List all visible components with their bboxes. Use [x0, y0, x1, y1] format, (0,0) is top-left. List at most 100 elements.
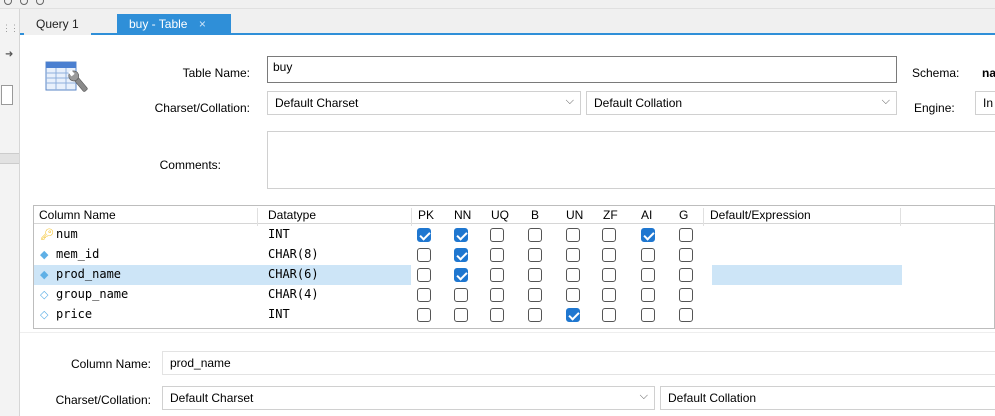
collation-select[interactable]: Default Collation ⌵: [586, 91, 897, 115]
header-g[interactable]: G: [679, 208, 688, 222]
g-checkbox[interactable]: [679, 268, 693, 282]
table-row[interactable]: ◇ group_name CHAR(4): [34, 285, 994, 305]
collation-value: Default Collation: [594, 96, 683, 110]
engine-select[interactable]: In: [975, 91, 995, 115]
toolbar-circle-icon[interactable]: [4, 0, 12, 5]
zf-checkbox[interactable]: [602, 268, 616, 282]
ai-checkbox[interactable]: [641, 288, 655, 302]
nn-checkbox[interactable]: [454, 228, 468, 242]
detail-collation-value: Default Collation: [668, 391, 757, 405]
b-checkbox[interactable]: [528, 248, 542, 262]
table-row[interactable]: ◆ mem_id CHAR(8): [34, 245, 994, 265]
un-checkbox[interactable]: [566, 308, 580, 322]
column-name-label: Column Name:: [70, 357, 151, 371]
sidebar-input-edge[interactable]: [1, 85, 13, 105]
pk-checkbox[interactable]: [417, 228, 431, 242]
column-name-input[interactable]: prod_name: [162, 351, 995, 375]
header-zf[interactable]: ZF: [603, 208, 618, 222]
header-ai[interactable]: AI: [641, 208, 652, 222]
header-b[interactable]: B: [531, 208, 539, 222]
header-uq[interactable]: UQ: [491, 208, 509, 222]
zf-checkbox[interactable]: [602, 248, 616, 262]
uq-checkbox[interactable]: [490, 268, 504, 282]
datatype-cell[interactable]: CHAR(6): [268, 267, 319, 281]
diamond-icon: ◆: [40, 249, 49, 261]
chevron-down-icon: ⌵: [881, 95, 890, 107]
column-name-cell[interactable]: mem_id: [56, 247, 99, 261]
header-default[interactable]: Default/Expression: [710, 208, 811, 222]
ai-checkbox[interactable]: [641, 228, 655, 242]
uq-checkbox[interactable]: [490, 228, 504, 242]
arrow-right-icon[interactable]: ➜: [5, 49, 13, 60]
nn-checkbox[interactable]: [454, 268, 468, 282]
column-name-cell[interactable]: group_name: [56, 287, 128, 301]
detail-charset-value: Default Charset: [170, 391, 254, 405]
column-name-cell[interactable]: prod_name: [56, 267, 121, 281]
table-editor-icon: [45, 61, 88, 92]
ai-checkbox[interactable]: [641, 268, 655, 282]
pk-checkbox[interactable]: [417, 248, 431, 262]
comments-label: Comments:: [159, 158, 221, 172]
header-nn[interactable]: NN: [454, 208, 471, 222]
zf-checkbox[interactable]: [602, 288, 616, 302]
tab-query-1[interactable]: Query 1: [24, 14, 91, 35]
b-checkbox[interactable]: [528, 228, 542, 242]
ai-checkbox[interactable]: [641, 248, 655, 262]
g-checkbox[interactable]: [679, 228, 693, 242]
ai-checkbox[interactable]: [641, 308, 655, 322]
grid-header: Column Name Datatype PK NN UQ B UN ZF AI…: [34, 206, 994, 226]
schema-label: Schema:: [912, 66, 960, 80]
toolbar-circle-icon[interactable]: [20, 0, 28, 5]
pk-checkbox[interactable]: [417, 268, 431, 282]
header-datatype[interactable]: Datatype: [268, 208, 316, 222]
pk-checkbox[interactable]: [417, 288, 431, 302]
g-checkbox[interactable]: [679, 288, 693, 302]
table-row[interactable]: ◇ price INT: [34, 305, 994, 325]
datatype-cell[interactable]: INT: [268, 227, 290, 241]
engine-label: Engine:: [914, 101, 955, 115]
detail-charset-collation-label: Charset/Collation:: [55, 393, 151, 407]
tab-bar: Query 1 buy - Table ×: [20, 9, 995, 35]
un-checkbox[interactable]: [566, 288, 580, 302]
zf-checkbox[interactable]: [602, 308, 616, 322]
columns-grid: Column Name Datatype PK NN UQ B UN ZF AI…: [33, 205, 995, 329]
pk-checkbox[interactable]: [417, 308, 431, 322]
g-checkbox[interactable]: [679, 248, 693, 262]
zf-checkbox[interactable]: [602, 228, 616, 242]
engine-value: In: [983, 96, 994, 110]
uq-checkbox[interactable]: [490, 308, 504, 322]
datatype-cell[interactable]: CHAR(8): [268, 247, 319, 261]
detail-charset-select[interactable]: Default Charset ⌵: [162, 386, 655, 410]
header-pk[interactable]: PK: [418, 208, 434, 222]
nn-checkbox[interactable]: [454, 248, 468, 262]
un-checkbox[interactable]: [566, 248, 580, 262]
nn-checkbox[interactable]: [454, 308, 468, 322]
uq-checkbox[interactable]: [490, 248, 504, 262]
un-checkbox[interactable]: [566, 228, 580, 242]
charset-select[interactable]: Default Charset ⌵: [267, 91, 581, 115]
table-name-input[interactable]: buy: [267, 56, 897, 83]
detail-collation-select[interactable]: Default Collation: [660, 386, 995, 410]
column-name-cell[interactable]: price: [56, 307, 92, 321]
tab-buy-table[interactable]: buy - Table ×: [117, 14, 231, 35]
header-column-name[interactable]: Column Name: [39, 208, 116, 222]
datatype-cell[interactable]: CHAR(4): [268, 287, 319, 301]
un-checkbox[interactable]: [566, 268, 580, 282]
nn-checkbox[interactable]: [454, 288, 468, 302]
header-un[interactable]: UN: [566, 208, 583, 222]
b-checkbox[interactable]: [528, 268, 542, 282]
divider: [20, 332, 995, 333]
close-icon[interactable]: ×: [199, 17, 206, 31]
datatype-cell[interactable]: INT: [268, 307, 290, 321]
toolbar-circle-icon[interactable]: [36, 0, 44, 5]
table-row[interactable]: 🔑︎ num INT: [34, 225, 994, 245]
tab-label: Query 1: [36, 17, 79, 31]
b-checkbox[interactable]: [528, 308, 542, 322]
b-checkbox[interactable]: [528, 288, 542, 302]
grip-dots-icon[interactable]: ⋮⋮: [2, 23, 19, 34]
uq-checkbox[interactable]: [490, 288, 504, 302]
column-name-cell[interactable]: num: [56, 227, 78, 241]
table-row-selected[interactable]: ◆ prod_name CHAR(6): [34, 265, 994, 285]
comments-textarea[interactable]: [267, 131, 995, 189]
g-checkbox[interactable]: [679, 308, 693, 322]
